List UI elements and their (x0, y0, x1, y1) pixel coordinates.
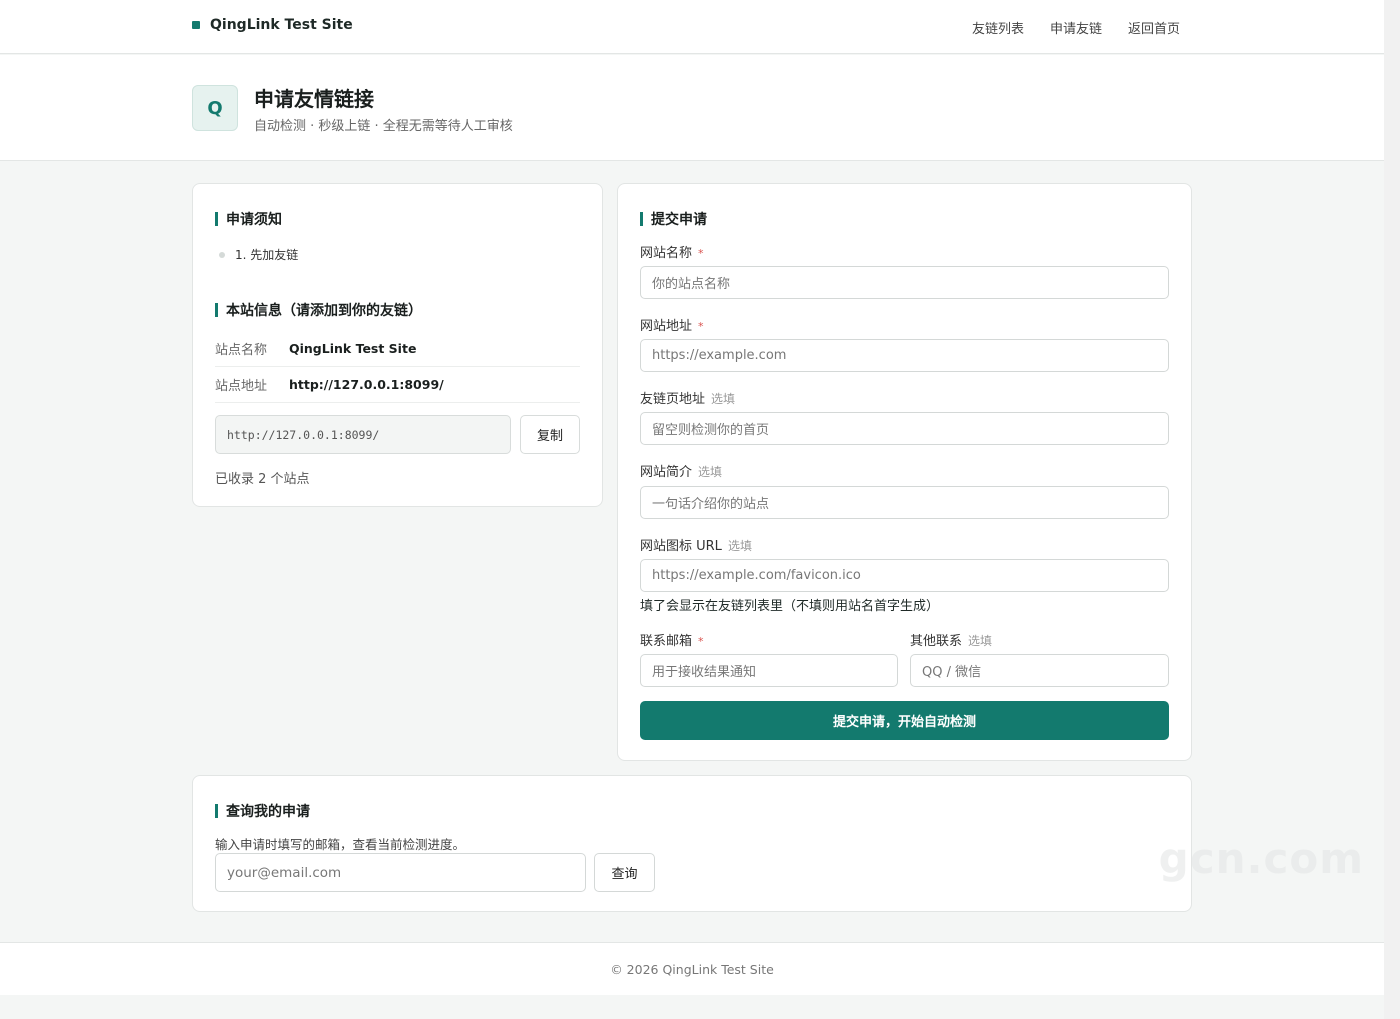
site-name-input[interactable]: 你的站点名称 (640, 266, 1169, 299)
site-url-label: 网站地址 * (640, 315, 704, 334)
link-page-label: 友链页地址 选填 (640, 388, 735, 407)
nav-link-apply[interactable]: 申请友链 (1050, 18, 1102, 37)
email-label-text: 联系邮箱 (640, 634, 693, 649)
email-label: 联系邮箱 * (640, 630, 704, 649)
bullet-icon (219, 251, 225, 258)
notice-item-text: 1. 先加友链 (235, 248, 299, 262)
site-name-value: QingLink Test Site (289, 341, 417, 356)
site-url-value: http://127.0.0.1:8099/ (289, 377, 444, 392)
footer: © 2026 QingLink Test Site (0, 942, 1384, 995)
notice-item: 1. 先加友链 (219, 246, 298, 263)
nav-link-home[interactable]: 返回首页 (1128, 18, 1180, 37)
query-button[interactable]: 查询 (594, 853, 655, 892)
site-icon-label-text: 网站图标 URL (640, 539, 722, 554)
site-url-input[interactable]: https://example.com (640, 339, 1169, 372)
site-logo: Q (192, 85, 238, 131)
page-subtitle: 自动检测 · 秒级上链 · 全程无需等待人工审核 (254, 119, 513, 134)
site-name-label: 网站名称 * (640, 242, 704, 261)
query-card: 查询我的申请 输入申请时填写的邮箱，查看当前检测进度。 your@email.c… (192, 775, 1192, 912)
page-header: Q 申请友情链接 自动检测 · 秒级上链 · 全程无需等待人工审核 (0, 55, 1384, 161)
required-mark: * (698, 635, 704, 648)
nav-link-friend-list[interactable]: 友链列表 (972, 18, 1024, 37)
site-name-key: 站点名称 (215, 343, 268, 358)
site-info-title: 本站信息（请添加到你的友链） (215, 300, 422, 320)
other-contact-input[interactable]: QQ / 微信 (910, 654, 1169, 687)
notice-title: 申请须知 (215, 209, 282, 229)
site-code-box[interactable]: http://127.0.0.1:8099/ (215, 415, 511, 454)
site-icon-input[interactable]: https://example.com/favicon.ico (640, 559, 1169, 592)
icon-hint: 填了会显示在友链列表里（不填则用站名首字生成） (640, 599, 940, 614)
optional-mark: 选填 (968, 634, 993, 648)
copy-button[interactable]: 复制 (520, 415, 580, 454)
required-mark: * (698, 247, 704, 260)
page: QingLink Test Site 友链列表 申请友链 返回首页 Q 申请友情… (0, 0, 1384, 995)
site-count-text: 已收录 2 个站点 (215, 472, 310, 487)
link-page-label-text: 友链页地址 (640, 392, 706, 407)
brand[interactable]: QingLink Test Site (192, 17, 353, 33)
optional-mark: 选填 (727, 539, 752, 553)
site-info-row: 站点地址 http://127.0.0.1:8099/ (215, 367, 580, 403)
apply-form-card: 提交申请 网站名称 * 你的站点名称 网站地址 * https://exampl… (617, 183, 1192, 761)
site-icon-label: 网站图标 URL 选填 (640, 535, 752, 554)
footer-text: © 2026 QingLink Test Site (610, 961, 774, 977)
notice-card: 申请须知 1. 先加友链 本站信息（请添加到你的友链） 站点名称 QingLin… (192, 183, 603, 507)
other-contact-label-text: 其他联系 (910, 634, 963, 649)
submit-button[interactable]: 提交申请，开始自动检测 (640, 701, 1169, 740)
query-title: 查询我的申请 (215, 801, 310, 821)
site-desc-label-text: 网站简介 (640, 465, 693, 480)
query-email-input[interactable]: your@email.com (215, 853, 586, 892)
scrollbar[interactable] (1384, 0, 1400, 1019)
page-title: 申请友情链接 (254, 87, 374, 111)
page-bottom (0, 995, 1384, 1019)
required-mark: * (698, 320, 704, 333)
nav-links: 友链列表 申请友链 返回首页 (972, 18, 1180, 37)
form-title: 提交申请 (640, 209, 707, 229)
brand-name: QingLink Test Site (210, 17, 353, 33)
top-nav: QingLink Test Site 友链列表 申请友链 返回首页 (0, 0, 1384, 54)
site-name-label-text: 网站名称 (640, 246, 693, 261)
link-page-input[interactable]: 留空则检测你的首页 (640, 412, 1169, 445)
site-url-label-text: 网站地址 (640, 319, 693, 334)
site-info-row: 站点名称 QingLink Test Site (215, 331, 580, 367)
brand-square-icon (192, 21, 200, 29)
query-description: 输入申请时填写的邮箱，查看当前检测进度。 (215, 837, 466, 852)
email-field[interactable]: 用于接收结果通知 (640, 654, 898, 687)
optional-mark: 选填 (711, 392, 736, 406)
other-contact-label: 其他联系 选填 (910, 630, 992, 649)
site-desc-label: 网站简介 选填 (640, 461, 722, 480)
site-desc-input[interactable]: 一句话介绍你的站点 (640, 486, 1169, 519)
optional-mark: 选填 (698, 465, 723, 479)
site-url-key: 站点地址 (215, 379, 268, 394)
